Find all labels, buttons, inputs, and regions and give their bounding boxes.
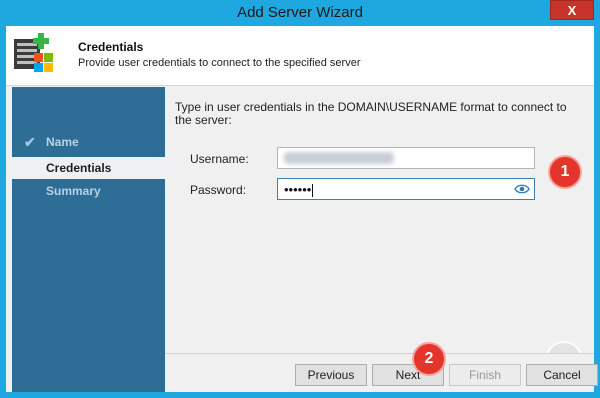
step-name-label: Name xyxy=(46,135,79,149)
step-credentials[interactable]: Credentials xyxy=(12,157,165,179)
previous-button[interactable]: Previous xyxy=(295,364,367,386)
step-summary[interactable]: Summary xyxy=(12,180,165,202)
username-label: Username: xyxy=(190,152,249,166)
wizard-steps-sidebar: ✔ Name Credentials Summary xyxy=(12,87,165,392)
wizard-footer: Previous Next Finish Cancel xyxy=(165,353,598,392)
finish-button[interactable]: Finish xyxy=(449,364,521,386)
step-name[interactable]: ✔ Name xyxy=(12,131,165,153)
header-title: Credentials xyxy=(78,40,144,54)
password-value: •••••• xyxy=(284,182,314,198)
show-password-eye-icon[interactable] xyxy=(514,182,530,196)
wizard-header: Credentials Provide user credentials to … xyxy=(6,26,594,86)
header-subtitle: Provide user credentials to connect to t… xyxy=(78,57,361,69)
close-button[interactable]: X xyxy=(550,0,594,20)
instruction-text: Type in user credentials in the DOMAIN\U… xyxy=(175,100,567,127)
checkmark-icon: ✔ xyxy=(24,134,36,150)
annotation-badge-1: 1 xyxy=(550,157,580,187)
server-add-icon xyxy=(14,33,53,72)
wizard-content: Type in user credentials in the DOMAIN\U… xyxy=(165,87,594,379)
wizard-window: Add Server Wizard X Credentials Provide … xyxy=(0,0,600,398)
username-field[interactable] xyxy=(277,147,535,169)
annotation-badge-2: 2 xyxy=(414,344,444,374)
step-summary-label: Summary xyxy=(46,184,101,198)
password-field[interactable]: •••••• xyxy=(277,178,535,200)
step-credentials-label: Credentials xyxy=(46,161,112,175)
cancel-button[interactable]: Cancel xyxy=(526,364,598,386)
title-bar[interactable]: Add Server Wizard X xyxy=(0,0,600,26)
username-value-blurred xyxy=(284,152,394,164)
window-title: Add Server Wizard xyxy=(237,4,363,21)
password-label: Password: xyxy=(190,183,247,197)
wizard-client-area: Credentials Provide user credentials to … xyxy=(6,26,598,392)
